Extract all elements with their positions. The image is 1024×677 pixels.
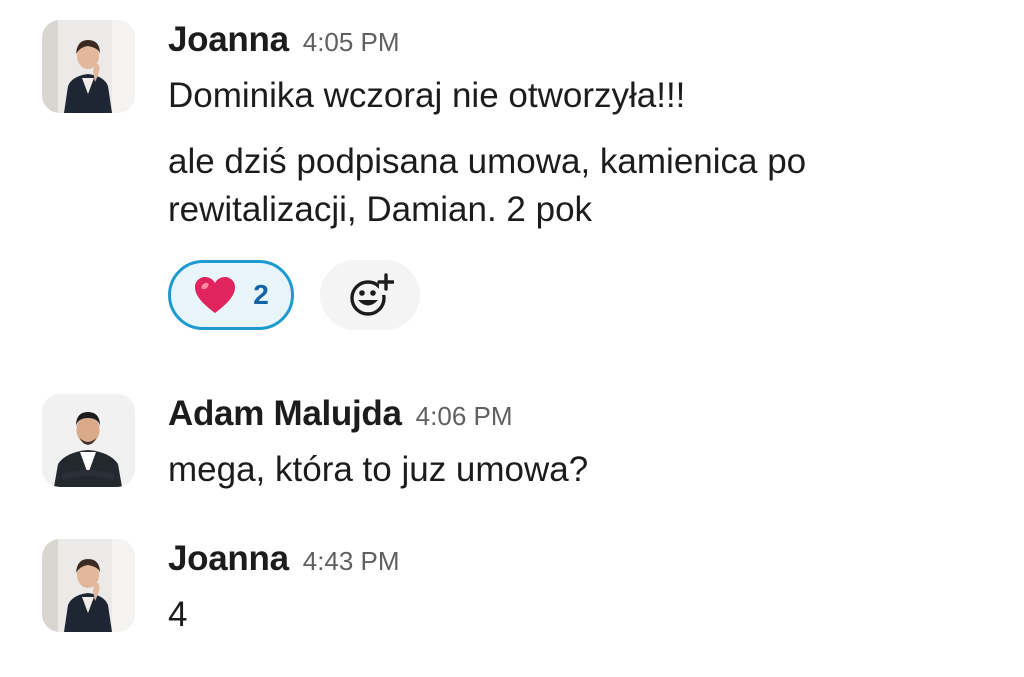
- author-name[interactable]: Adam Malujda: [168, 394, 402, 434]
- add-emoji-icon: [350, 273, 394, 316]
- avatar-adam-malujda[interactable]: [42, 394, 135, 487]
- timestamp[interactable]: 4:06 PM: [416, 401, 513, 432]
- message-text: Dominika wczoraj nie otworzyła!!!: [168, 76, 686, 115]
- message-text: ale dziś podpisana umowa, kamienica po r…: [168, 142, 807, 229]
- add-reaction-button[interactable]: [320, 260, 420, 330]
- reaction-count: 2: [253, 279, 269, 310]
- message-list: Joanna 4:05 PM Dominika wczoraj nie otwo…: [0, 0, 1024, 677]
- avatar-joanna[interactable]: [42, 20, 135, 113]
- avatar-joanna[interactable]: [42, 539, 135, 632]
- message-text: 4: [168, 595, 188, 634]
- heart-reaction-button[interactable]: 2: [168, 260, 294, 330]
- message-text: mega, która to juz umowa?: [168, 450, 589, 489]
- timestamp[interactable]: 4:43 PM: [303, 546, 400, 577]
- timestamp[interactable]: 4:05 PM: [303, 27, 400, 58]
- author-name[interactable]: Joanna: [168, 539, 289, 579]
- author-name[interactable]: Joanna: [168, 20, 289, 60]
- reaction-bar: 2: [168, 260, 988, 330]
- heart-icon: [195, 277, 236, 313]
